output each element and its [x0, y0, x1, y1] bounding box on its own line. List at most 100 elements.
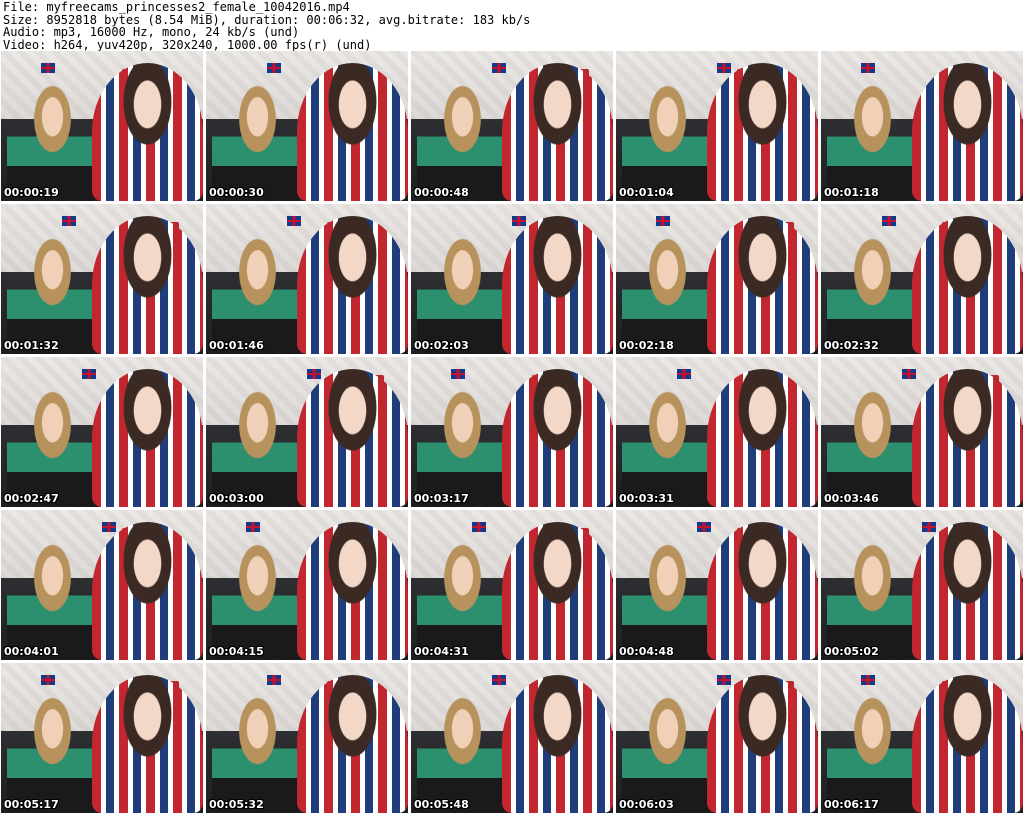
- timestamp-label: 00:03:17: [414, 493, 469, 505]
- brunette-person-plaid-shirt: [92, 369, 203, 507]
- timestamp-label: 00:05:02: [824, 646, 879, 658]
- brunette-person-plaid-shirt: [707, 216, 818, 354]
- timestamp-label: 00:02:03: [414, 340, 469, 352]
- thumbnail-frame: 00:03:17: [411, 357, 613, 507]
- thumbnail-frame: 00:04:15: [206, 510, 408, 660]
- brunette-person-plaid-shirt: [912, 63, 1023, 201]
- thumbnail-frame: 00:01:04: [616, 51, 818, 201]
- blonde-person: [622, 84, 713, 201]
- blonde-person: [7, 543, 98, 660]
- brunette-person-plaid-shirt: [707, 675, 818, 813]
- timestamp-label: 00:01:46: [209, 340, 264, 352]
- union-jack-decoration: [492, 675, 506, 685]
- timestamp-label: 00:01:18: [824, 187, 879, 199]
- thumbnail-frame: 00:01:32: [1, 204, 203, 354]
- thumbnail-frame: 00:03:31: [616, 357, 818, 507]
- thumbnail-frame: 00:00:30: [206, 51, 408, 201]
- brunette-person-plaid-shirt: [707, 63, 818, 201]
- file-name-line: File: myfreecams_princesses2_female_1004…: [3, 1, 530, 14]
- thumbnail-frame: 00:02:47: [1, 357, 203, 507]
- union-jack-decoration: [287, 216, 301, 226]
- blonde-person: [212, 84, 303, 201]
- union-jack-decoration: [267, 63, 281, 73]
- union-jack-decoration: [677, 369, 691, 379]
- union-jack-decoration: [861, 63, 875, 73]
- blonde-person: [7, 237, 98, 354]
- thumbnail-frame: 00:05:17: [1, 663, 203, 813]
- video-line: Video: h264, yuv420p, 320x240, 1000.00 f…: [3, 39, 530, 52]
- blonde-person: [212, 696, 303, 813]
- blonde-person: [827, 84, 918, 201]
- timestamp-label: 00:05:48: [414, 799, 469, 811]
- thumbnail-frame: 00:01:18: [821, 51, 1023, 201]
- timestamp-label: 00:02:47: [4, 493, 59, 505]
- blonde-person: [212, 543, 303, 660]
- union-jack-decoration: [82, 369, 96, 379]
- blonde-person: [622, 696, 713, 813]
- timestamp-label: 00:02:18: [619, 340, 674, 352]
- blonde-person: [417, 237, 508, 354]
- union-jack-decoration: [697, 522, 711, 532]
- brunette-person-plaid-shirt: [502, 369, 613, 507]
- union-jack-decoration: [512, 216, 526, 226]
- brunette-person-plaid-shirt: [92, 63, 203, 201]
- timestamp-label: 00:05:17: [4, 799, 59, 811]
- brunette-person-plaid-shirt: [297, 522, 408, 660]
- timestamp-label: 00:04:48: [619, 646, 674, 658]
- union-jack-decoration: [451, 369, 465, 379]
- union-jack-decoration: [246, 522, 260, 532]
- brunette-person-plaid-shirt: [502, 216, 613, 354]
- blonde-person: [7, 390, 98, 507]
- thumbnail-frame: 00:00:19: [1, 51, 203, 201]
- blonde-person: [417, 696, 508, 813]
- thumbnail-frame: 00:03:00: [206, 357, 408, 507]
- brunette-person-plaid-shirt: [912, 522, 1023, 660]
- brunette-person-plaid-shirt: [912, 675, 1023, 813]
- blonde-person: [212, 390, 303, 507]
- file-info-header: File: myfreecams_princesses2_female_1004…: [3, 1, 530, 51]
- brunette-person-plaid-shirt: [92, 522, 203, 660]
- brunette-person-plaid-shirt: [502, 63, 613, 201]
- thumbnail-frame: 00:05:02: [821, 510, 1023, 660]
- union-jack-decoration: [102, 522, 116, 532]
- thumbnail-frame: 00:02:03: [411, 204, 613, 354]
- blonde-person: [622, 390, 713, 507]
- thumbnail-frame: 00:06:17: [821, 663, 1023, 813]
- brunette-person-plaid-shirt: [502, 522, 613, 660]
- union-jack-decoration: [902, 369, 916, 379]
- thumbnail-frame: 00:04:31: [411, 510, 613, 660]
- audio-line: Audio: mp3, 16000 Hz, mono, 24 kb/s (und…: [3, 26, 530, 39]
- timestamp-label: 00:00:30: [209, 187, 264, 199]
- union-jack-decoration: [267, 675, 281, 685]
- blonde-person: [7, 84, 98, 201]
- timestamp-label: 00:02:32: [824, 340, 879, 352]
- thumbnail-frame: 00:05:32: [206, 663, 408, 813]
- timestamp-label: 00:01:04: [619, 187, 674, 199]
- blonde-person: [827, 696, 918, 813]
- brunette-person-plaid-shirt: [297, 369, 408, 507]
- union-jack-decoration: [882, 216, 896, 226]
- timestamp-label: 00:04:31: [414, 646, 469, 658]
- timestamp-label: 00:06:03: [619, 799, 674, 811]
- brunette-person-plaid-shirt: [297, 216, 408, 354]
- timestamp-label: 00:05:32: [209, 799, 264, 811]
- union-jack-decoration: [656, 216, 670, 226]
- brunette-person-plaid-shirt: [297, 675, 408, 813]
- brunette-person-plaid-shirt: [912, 216, 1023, 354]
- blonde-person: [417, 543, 508, 660]
- timestamp-label: 00:04:01: [4, 646, 59, 658]
- timestamp-label: 00:01:32: [4, 340, 59, 352]
- thumbnail-frame: 00:06:03: [616, 663, 818, 813]
- timestamp-label: 00:04:15: [209, 646, 264, 658]
- union-jack-decoration: [307, 369, 321, 379]
- timestamp-label: 00:00:19: [4, 187, 59, 199]
- thumbnail-frame: 00:03:46: [821, 357, 1023, 507]
- thumbnail-grid: 00:00:1900:00:3000:00:4800:01:0400:01:18…: [1, 51, 1023, 811]
- union-jack-decoration: [472, 522, 486, 532]
- union-jack-decoration: [41, 63, 55, 73]
- blonde-person: [212, 237, 303, 354]
- thumbnail-frame: 00:05:48: [411, 663, 613, 813]
- brunette-person-plaid-shirt: [92, 675, 203, 813]
- union-jack-decoration: [861, 675, 875, 685]
- thumbnail-frame: 00:02:18: [616, 204, 818, 354]
